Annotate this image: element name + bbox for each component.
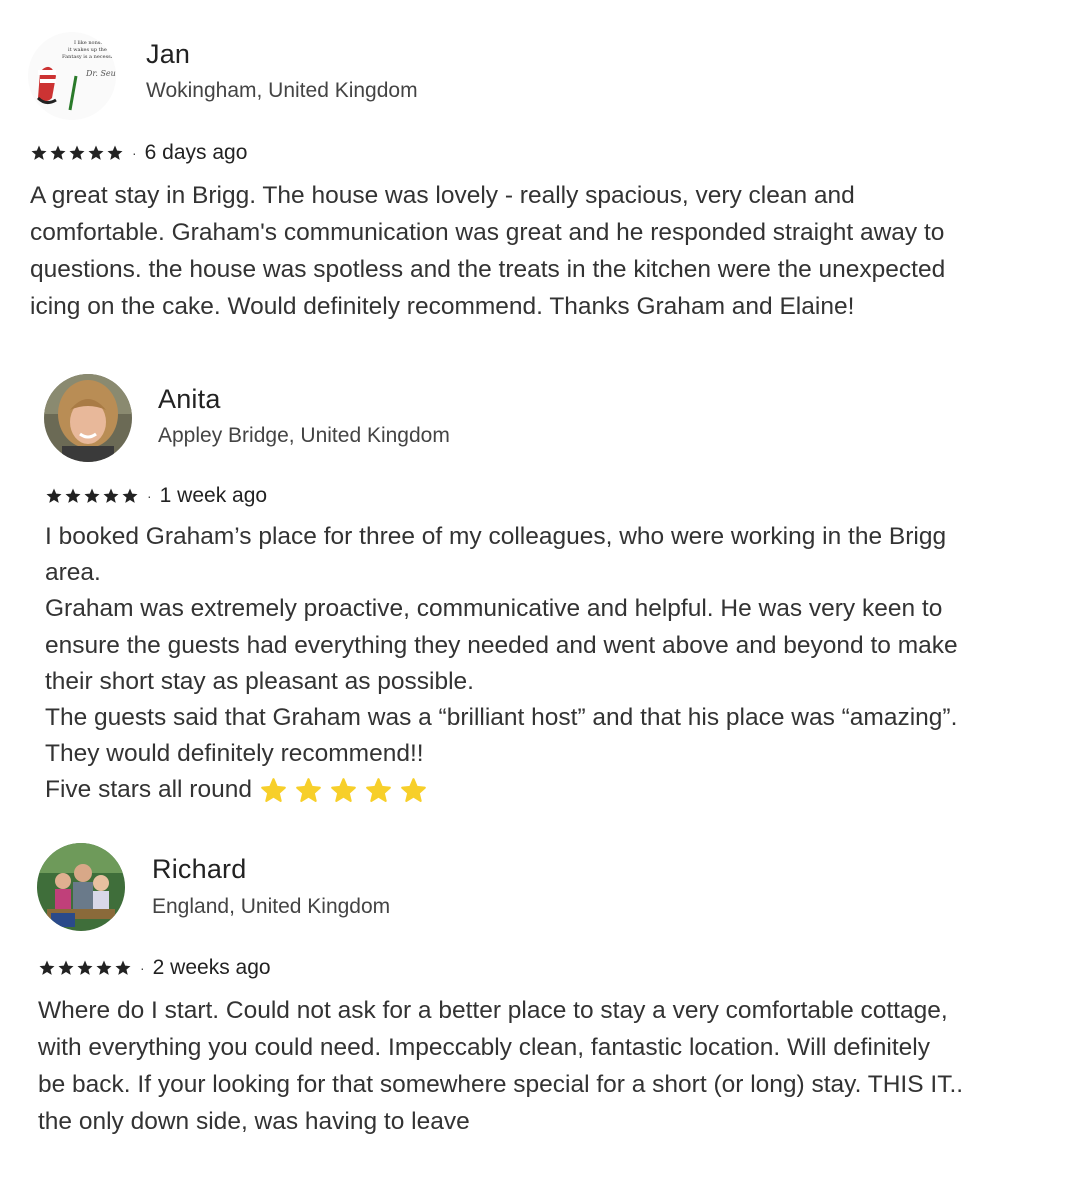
avatar[interactable]: [44, 374, 132, 462]
star-icon: [50, 145, 66, 160]
reviewer-name[interactable]: Anita: [158, 384, 221, 415]
review-date: 1 week ago: [159, 484, 268, 507]
star-icon: [65, 488, 81, 503]
star-icon: [31, 145, 47, 160]
avatar-image-icon: [37, 843, 125, 931]
star-icon: [39, 960, 55, 975]
rating-stars: [30, 144, 124, 162]
review-text: A great stay in Brigg. The house was lov…: [30, 182, 946, 320]
star-icon: [58, 960, 74, 975]
rating-stars: [45, 487, 139, 505]
star-icon: [107, 145, 123, 160]
emoji-stars: [260, 777, 427, 804]
svg-text:it wakes up the brain: it wakes up the brain: [68, 47, 116, 53]
star-icon: [122, 488, 138, 503]
svg-text:Dr. Seuss: Dr. Seuss: [85, 69, 116, 78]
review-text-content: I booked Graham’s place for three of my …: [45, 523, 958, 804]
review-text: Where do I start. Could not ask for a be…: [38, 997, 964, 1135]
yellow-star-emoji-icon: [296, 778, 321, 803]
reviewer-name[interactable]: Jan: [146, 39, 190, 70]
star-icon: [103, 488, 119, 503]
star-icon: [115, 960, 131, 975]
review-text: I booked Graham’s place for three of my …: [45, 519, 958, 809]
avatar-image-icon: [44, 374, 132, 462]
reviewer-name[interactable]: Richard: [152, 854, 246, 885]
review-date: 6 days ago: [144, 141, 248, 164]
star-icon: [46, 488, 62, 503]
star-icon: [84, 488, 100, 503]
reviewer-location: Appley Bridge, United Kingdom: [158, 424, 450, 447]
star-icon: [69, 145, 85, 160]
review-meta: · 6 days ago: [30, 141, 247, 165]
svg-text:Fantasy is a necessary: Fantasy is a necessary: [62, 54, 116, 60]
reviewer-location: England, United Kingdom: [152, 895, 391, 918]
avatar[interactable]: I like nonsense, it wakes up the brain F…: [28, 32, 116, 120]
star-icon: [77, 960, 93, 975]
review-date: 2 weeks ago: [152, 956, 271, 979]
reviewer-location: Wokingham, United Kingdom: [146, 79, 418, 102]
review-meta: · 2 weeks ago: [38, 956, 271, 980]
avatar[interactable]: [37, 843, 125, 931]
yellow-star-emoji-icon: [401, 778, 426, 803]
yellow-star-emoji-icon: [366, 778, 391, 803]
yellow-star-emoji-icon: [331, 778, 356, 803]
review-meta: · 1 week ago: [45, 484, 267, 508]
separator-dot: ·: [140, 960, 145, 976]
yellow-star-emoji-icon: [261, 778, 286, 803]
star-icon: [88, 145, 104, 160]
rating-stars: [38, 959, 132, 977]
separator-dot: ·: [132, 145, 137, 161]
separator-dot: ·: [147, 488, 152, 504]
star-icon: [96, 960, 112, 975]
svg-text:I like nonsense,: I like nonsense,: [74, 40, 114, 46]
avatar-image-icon: I like nonsense, it wakes up the brain F…: [28, 32, 116, 120]
